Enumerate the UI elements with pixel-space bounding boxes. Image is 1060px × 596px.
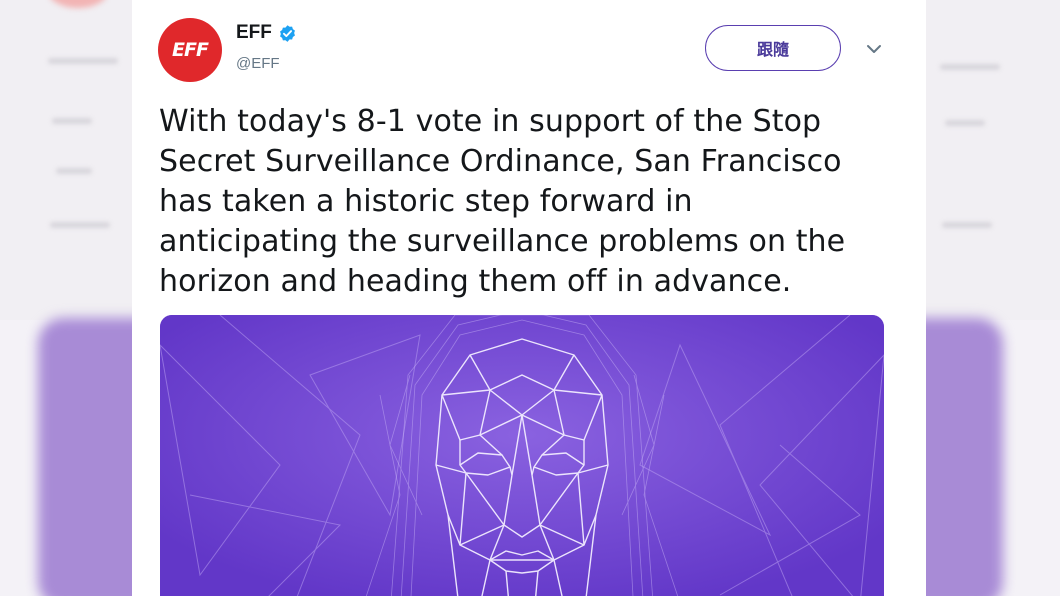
chevron-down-icon[interactable] (865, 40, 883, 58)
tweet-text: With today's 8-1 vote in support of the … (159, 102, 899, 302)
verified-badge-icon (279, 24, 295, 42)
tweet-line: With today's 8-1 vote in support of the … (159, 104, 822, 139)
eff-logo: EFF (172, 39, 209, 61)
tweet-card: EFF EFF @EFF 跟隨 With today's 8-1 vote in… (132, 0, 926, 596)
background-smudge (48, 58, 118, 64)
account-name-row: EFF (236, 22, 297, 44)
follow-button[interactable]: 跟隨 (705, 25, 841, 71)
account-name[interactable]: EFF (236, 22, 272, 44)
account-handle[interactable]: @EFF (236, 55, 280, 72)
background-smudge (942, 222, 992, 228)
tweet-line: Secret Surveillance Ordinance, San Franc… (159, 144, 842, 179)
background-smudge (50, 222, 110, 228)
tweet-line: has taken a historic step forward in (159, 184, 693, 219)
background-smudge (940, 64, 1000, 70)
avatar[interactable]: EFF (158, 18, 222, 82)
wireframe-face-image (160, 315, 884, 596)
background-smudge (945, 120, 985, 126)
background-smudge (56, 168, 92, 174)
background-smudge (52, 118, 92, 124)
tweet-line: anticipating the surveillance problems o… (159, 224, 846, 259)
tweet-media-image[interactable] (160, 315, 884, 596)
tweet-line: horizon and heading them off in advance. (159, 264, 792, 299)
